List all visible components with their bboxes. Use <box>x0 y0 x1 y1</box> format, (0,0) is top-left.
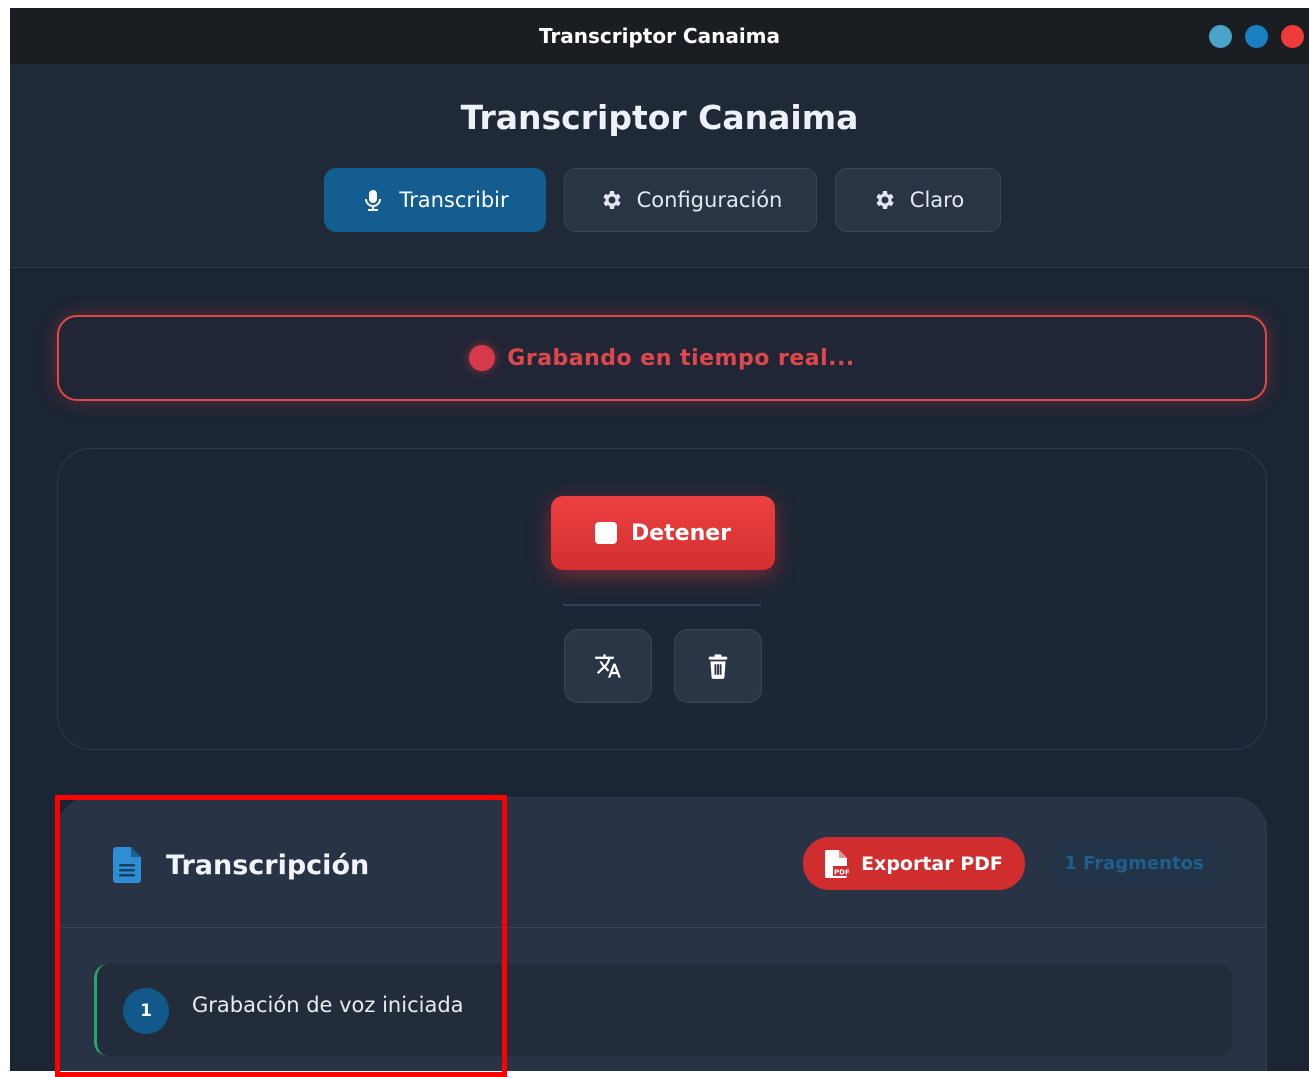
minimize-button[interactable] <box>1209 25 1232 48</box>
stop-button[interactable]: Detener <box>551 496 775 570</box>
tab-transcribir-label: Transcribir <box>399 188 509 212</box>
entry-number-badge: 1 <box>123 988 169 1034</box>
tab-configuracion[interactable]: Configuración <box>564 168 817 232</box>
app-header: Transcriptor Canaima Transcribir Configu… <box>10 64 1309 268</box>
tab-transcribir[interactable]: Transcribir <box>324 168 546 232</box>
microphone-icon <box>365 190 382 211</box>
transcription-panel-header: Transcripción PDF Exportar PDF 1 Fragmen… <box>58 798 1266 928</box>
translate-button[interactable] <box>564 629 652 703</box>
fragments-count-badge: 1 Fragmentos <box>1049 837 1219 890</box>
trash-icon <box>708 654 728 679</box>
gear-icon <box>603 191 621 209</box>
recording-controls-card: Detener <box>57 448 1267 750</box>
transcription-panel: Transcripción PDF Exportar PDF 1 Fragmen… <box>57 797 1267 1071</box>
tab-claro[interactable]: Claro <box>835 168 1001 232</box>
app-title: Transcriptor Canaima <box>460 98 859 137</box>
controls-divider <box>563 604 761 606</box>
document-icon <box>113 847 141 883</box>
entry-text: Grabación de voz iniciada <box>192 993 464 1017</box>
maximize-button[interactable] <box>1245 25 1268 48</box>
close-button[interactable] <box>1281 25 1304 48</box>
svg-text:PDF: PDF <box>834 868 849 876</box>
translate-icon <box>595 654 621 678</box>
tab-configuracion-label: Configuración <box>636 188 783 212</box>
stop-button-label: Detener <box>630 520 732 546</box>
tab-claro-label: Claro <box>909 188 965 212</box>
pdf-file-icon: PDF <box>825 849 850 878</box>
recording-status-banner: Grabando en tiempo real... <box>57 315 1267 401</box>
recording-status-text: Grabando en tiempo real... <box>507 345 855 371</box>
export-pdf-button[interactable]: PDF Exportar PDF <box>803 837 1025 890</box>
export-pdf-label: Exportar PDF <box>861 852 1003 875</box>
transcription-title: Transcripción <box>166 850 370 881</box>
recording-dot-icon <box>469 345 496 371</box>
window-title: Transcriptor Canaima <box>538 24 781 48</box>
app-window: Transcriptor Canaima Transcriptor Canaim… <box>10 8 1309 1071</box>
gear-icon <box>876 191 894 209</box>
stop-icon <box>594 522 617 544</box>
list-item: 1 Grabación de voz iniciada <box>94 964 1232 1056</box>
delete-button[interactable] <box>674 629 762 703</box>
screen-edge <box>0 0 10 1071</box>
titlebar: Transcriptor Canaima <box>10 8 1309 64</box>
